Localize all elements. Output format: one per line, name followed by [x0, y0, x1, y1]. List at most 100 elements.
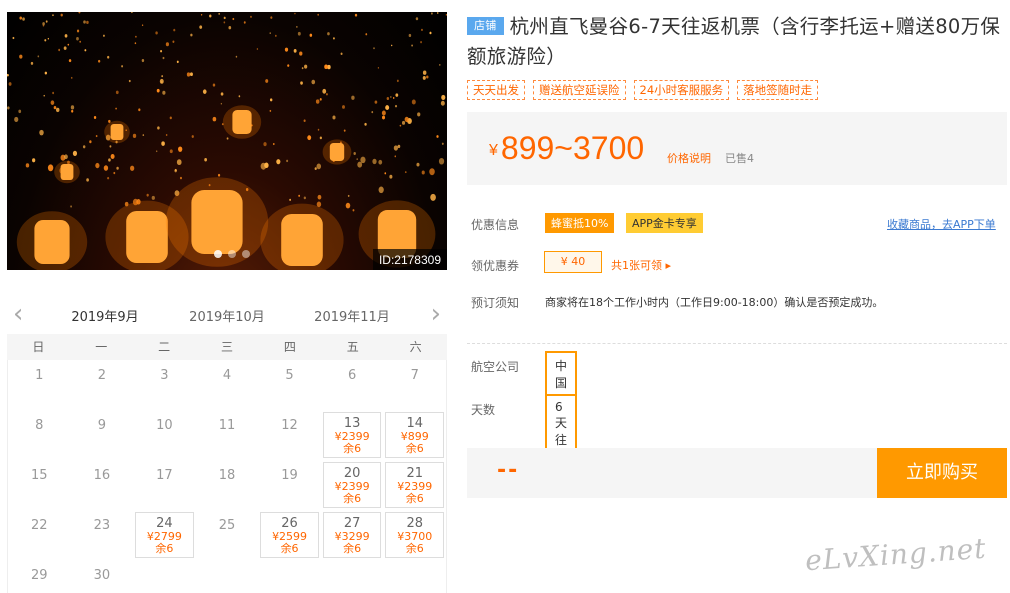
day-number: 24	[156, 516, 173, 531]
calendar-day: 1	[8, 360, 71, 410]
calendar-day: 25	[196, 510, 259, 560]
month-tab[interactable]: 2019年11月	[304, 306, 400, 335]
price-explanation-link[interactable]: 价格说明	[667, 150, 711, 166]
total-price: --	[497, 458, 520, 483]
calendar-day: 11	[196, 410, 259, 460]
day-number: 29	[31, 568, 48, 583]
month-tab[interactable]: 2019年10月	[179, 306, 275, 335]
calendar-day-available[interactable]: 26 ¥2599 余6	[260, 512, 319, 558]
day-stock: 余6	[405, 442, 424, 455]
calendar-day-available[interactable]: 14 ¥899 余6	[385, 412, 444, 458]
day-number: 14	[406, 416, 423, 431]
service-tag: 天天出发	[467, 80, 525, 100]
weekday-label: 日	[32, 340, 45, 354]
calendar-day: 4	[196, 360, 259, 410]
price-range-value: 899~3700	[500, 130, 645, 166]
product-title: 店铺 杭州直飞曼谷6-7天往返机票（含行李托运+赠送80万保额旅游险）	[467, 12, 1007, 72]
calendar-month-nav: ‹ 2019年9月 2019年10月 2019年11月 ›	[7, 297, 447, 337]
weekday-label: 五	[346, 340, 359, 354]
weekday-label: 四	[283, 340, 296, 354]
day-number: 10	[156, 418, 173, 433]
day-number: 20	[343, 466, 361, 481]
sky-lanterns-image	[7, 12, 447, 270]
day-number: 22	[31, 518, 48, 533]
weekday-label: 二	[158, 340, 171, 354]
price-range: ¥899~3700	[489, 130, 644, 169]
calendar-day: 22	[8, 510, 71, 560]
day-number: 6	[347, 368, 357, 383]
day-number: 11	[218, 418, 236, 433]
shop-badge: 店铺	[467, 17, 504, 35]
day-number: 18	[218, 468, 236, 483]
calendar-day: 5	[258, 360, 321, 410]
day-number: 19	[281, 468, 298, 483]
calendar-day: 9	[71, 410, 134, 460]
day-number: 9	[97, 418, 106, 433]
calendar-day: 18	[196, 460, 259, 510]
weekday-header: 日一二三四五六	[7, 334, 447, 360]
day-number: 25	[218, 518, 236, 533]
product-photo[interactable]: ID:2178309	[7, 12, 447, 270]
carousel-dot[interactable]	[242, 250, 250, 258]
buy-bar: -- 立即购买	[467, 448, 1007, 498]
days-label: 天数	[471, 403, 496, 417]
calendar-day: 3	[133, 360, 196, 410]
carousel-dot[interactable]	[214, 250, 222, 258]
photo-id-label: ID:2178309	[372, 249, 447, 270]
weekday-label: 六	[409, 340, 422, 354]
app-gold-badge: APP金卡专享	[626, 213, 703, 233]
day-number: 28	[406, 516, 423, 531]
day-stock: 余6	[280, 542, 299, 555]
buy-now-button[interactable]: 立即购买	[877, 448, 1007, 498]
price-calendar: 日一二三四五六 1 2 3 4 5 6 7 8 9 10 11 12 13 ¥2399 余6 14 ¥899 余6…	[7, 334, 447, 593]
service-tags: 天天出发 赠送航空延误险 24小时客服服务 落地签随时走	[467, 80, 1007, 100]
day-number: 7	[410, 368, 419, 383]
day-number: 12	[281, 418, 298, 433]
coupon-label: 领优惠券	[471, 259, 520, 273]
divider	[467, 343, 1007, 344]
calendar-day: 15	[8, 460, 71, 510]
day-number: 13	[343, 416, 361, 431]
calendar-day-available[interactable]: 21 ¥2399 余6	[385, 462, 444, 508]
service-tag: 落地签随时走	[737, 80, 819, 100]
watermark-logo: eLvXing.net	[804, 531, 988, 578]
claim-coupon-link[interactable]: 共1张可领 ▸	[611, 257, 671, 273]
product-info: 店铺 杭州直飞曼谷6-7天往返机票（含行李托运+赠送80万保额旅游险） 天天出发 …	[467, 12, 1007, 498]
weekday-label: 三	[220, 340, 233, 354]
day-number: 30	[93, 568, 111, 583]
month-tab[interactable]: 2019年9月	[57, 306, 153, 337]
carousel-dots[interactable]	[214, 250, 250, 258]
calendar-day-available[interactable]: 24 ¥2799 余6	[135, 512, 194, 558]
day-number: 23	[93, 518, 111, 533]
day-number: 26	[281, 516, 298, 531]
calendar-day-available[interactable]: 28 ¥3700 余6	[385, 512, 444, 558]
carousel-dot[interactable]	[228, 250, 236, 258]
day-number: 15	[31, 468, 48, 483]
calendar-day: 17	[133, 460, 196, 510]
favorite-app-link[interactable]: 收藏商品，去APP下单	[887, 216, 996, 232]
product-title-text: 杭州直飞曼谷6-7天往返机票（含行李托运+赠送80万保额旅游险）	[467, 15, 1001, 68]
day-number: 8	[35, 418, 44, 433]
calendar-day: 8	[8, 410, 71, 460]
day-number: 1	[35, 368, 44, 383]
calendar-day: 16	[71, 460, 134, 510]
calendar-day: 2	[71, 360, 134, 410]
prev-month-arrow-icon[interactable]: ‹	[13, 301, 23, 327]
calendar-day: 23	[71, 510, 134, 560]
day-number: 4	[222, 368, 232, 383]
day-number: 3	[160, 368, 169, 383]
calendar-day-available[interactable]: 27 ¥3299 余6	[322, 512, 382, 558]
calendar-day: 30	[71, 560, 134, 593]
calendar-day-available[interactable]: 13 ¥2399 余6	[322, 412, 382, 458]
calendar-day: 6	[321, 360, 384, 410]
day-stock: 余6	[343, 542, 362, 555]
price-box: ¥899~3700 价格说明 已售4	[467, 112, 1007, 185]
day-number: 16	[93, 468, 111, 483]
weekday-label: 一	[95, 340, 108, 354]
next-month-arrow-icon[interactable]: ›	[431, 301, 441, 327]
day-stock: 余6	[405, 492, 424, 505]
calendar-day: 7	[383, 360, 446, 410]
calendar-day-available[interactable]: 20 ¥2399 余6	[322, 462, 382, 508]
calendar-day: 29	[8, 560, 71, 593]
coupon-ticket[interactable]: ¥ 40	[544, 251, 602, 273]
